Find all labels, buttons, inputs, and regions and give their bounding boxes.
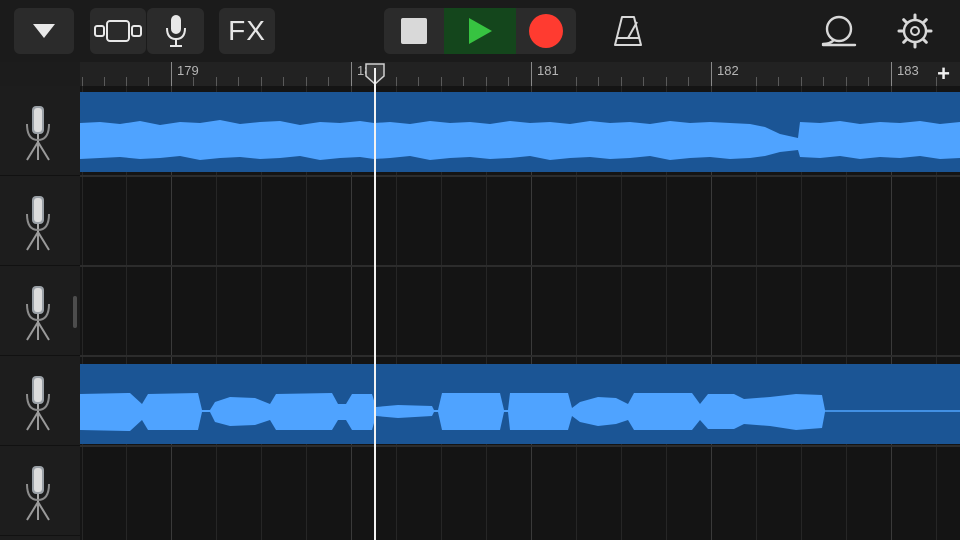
play-icon [469, 18, 492, 44]
track-view-icon [94, 20, 142, 42]
track-lanes[interactable] [80, 86, 960, 540]
track-header[interactable] [0, 86, 80, 176]
microphone-icon [26, 106, 50, 161]
track-header[interactable] [0, 176, 80, 266]
metronome-icon [614, 16, 642, 46]
loop-icon [821, 15, 857, 47]
instrument-button[interactable] [147, 8, 204, 54]
microphone-icon [26, 466, 50, 521]
bar-label-181: 181 [537, 63, 559, 78]
track-header[interactable] [0, 446, 80, 536]
track-resize-handle[interactable] [73, 296, 77, 328]
settings-button[interactable] [890, 8, 940, 54]
record-button[interactable] [516, 8, 576, 54]
bar-tick-183 [891, 62, 892, 86]
bar-label-182: 182 [717, 63, 739, 78]
track-header[interactable] [0, 356, 80, 446]
ruler-strip: 179 180 181 182 183 [80, 62, 960, 86]
playhead[interactable] [374, 68, 376, 540]
audio-region[interactable] [80, 364, 960, 444]
browser-button[interactable] [14, 8, 74, 54]
waveform [80, 120, 960, 160]
timeline-ruler[interactable]: 179 180 181 182 183 + [0, 62, 960, 86]
metronome-button[interactable] [602, 8, 654, 54]
add-section-button[interactable]: + [937, 62, 950, 86]
audio-region[interactable] [80, 92, 960, 172]
microphone-icon [26, 376, 50, 431]
waveform [80, 393, 960, 431]
bar-tick-181 [531, 62, 532, 86]
track-header[interactable] [0, 266, 80, 356]
fx-button[interactable]: FX [219, 8, 275, 54]
loop-browser-button[interactable] [814, 8, 864, 54]
bar-tick-182 [711, 62, 712, 86]
stop-button[interactable] [384, 8, 444, 54]
gear-icon [897, 13, 933, 49]
mic-icon [165, 15, 186, 47]
triangle-down-icon [33, 24, 55, 38]
record-icon [529, 14, 563, 48]
control-bar: FX [0, 0, 960, 62]
microphone-icon [26, 286, 50, 341]
stop-icon [401, 18, 427, 44]
bar-label-183: 183 [897, 63, 919, 78]
bar-label-179: 179 [177, 63, 199, 78]
tracks-view-button[interactable] [90, 8, 146, 54]
microphone-icon [26, 196, 50, 251]
track-headers [0, 86, 80, 540]
bar-tick-180 [351, 62, 352, 86]
fx-label: FX [228, 15, 266, 46]
bar-tick-179 [171, 62, 172, 86]
play-button[interactable] [444, 8, 516, 54]
